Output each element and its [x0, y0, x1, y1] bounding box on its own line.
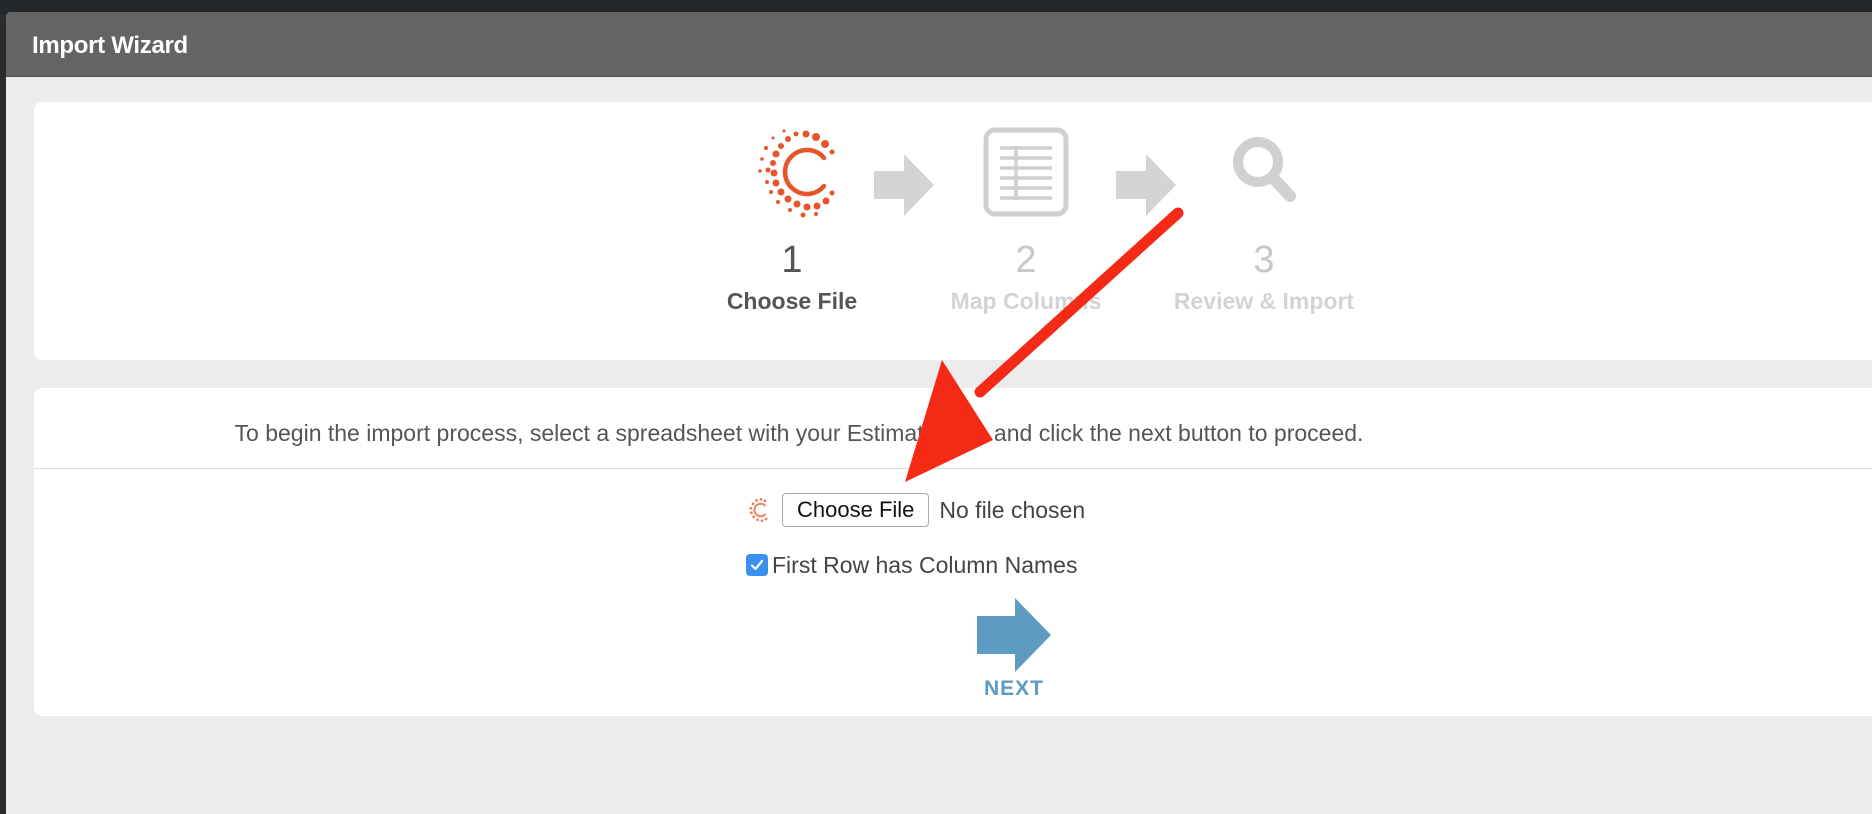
next-button[interactable]: NEXT [972, 598, 1056, 701]
spreadsheet-icon [980, 126, 1072, 218]
step-number: 2 [1015, 239, 1037, 281]
step-label: Map Columns [950, 288, 1102, 314]
checkmark-icon [750, 559, 764, 571]
dialog-header: Import Wizard [6, 12, 1872, 77]
step-map-columns: 2 Map Columns [906, 126, 1146, 315]
step-number: 3 [1253, 239, 1275, 281]
divider [34, 468, 1872, 469]
dialog-title: Import Wizard [32, 32, 188, 59]
next-label: NEXT [983, 677, 1044, 700]
file-selection-panel: To begin the import process, select a sp… [34, 388, 1872, 716]
checkbox-label[interactable]: First Row has Column Names [772, 552, 1077, 579]
first-row-checkbox[interactable] [746, 554, 768, 576]
import-wizard-dialog: Import Wizard 1 Choose File 2 Map Column… [6, 12, 1872, 814]
import-logo-icon [749, 497, 768, 523]
step-label: Review & Import [1173, 288, 1355, 314]
step-label: Choose File [726, 288, 858, 314]
file-status-text: No file chosen [939, 496, 1086, 523]
magnifier-icon [1218, 126, 1310, 218]
import-logo-icon [746, 126, 838, 218]
step-number: 1 [781, 239, 803, 281]
file-input-row: Choose File No file chosen [744, 492, 1085, 528]
next-arrow-icon [977, 598, 1051, 672]
step-review-import: 3 Review & Import [1144, 126, 1384, 315]
wizard-steps-panel: 1 Choose File 2 Map Columns 3 Review & I… [34, 102, 1872, 360]
choose-file-button[interactable]: Choose File [782, 493, 930, 527]
instruction-text: To begin the import process, select a sp… [234, 420, 1364, 446]
column-names-option: First Row has Column Names [746, 550, 1077, 580]
